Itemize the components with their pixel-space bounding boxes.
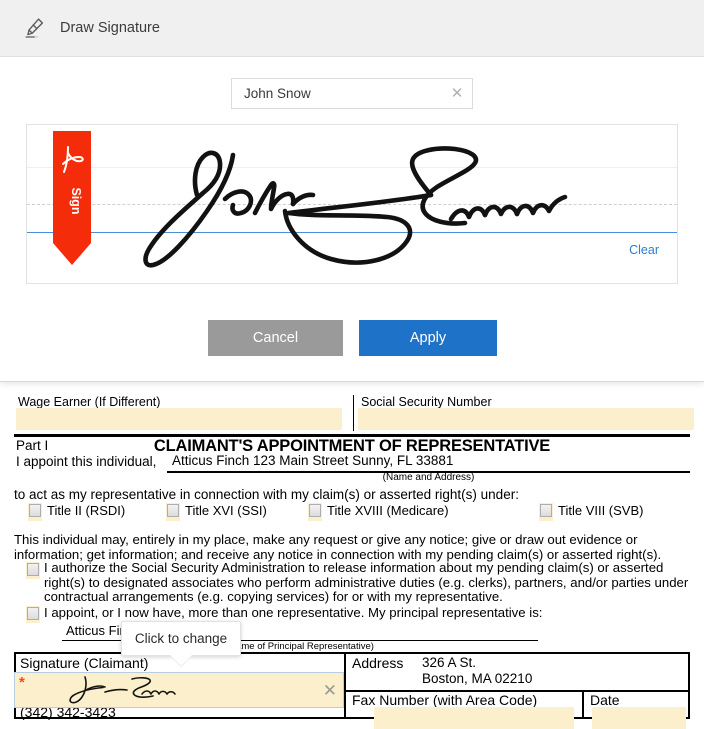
title-xvi-checkbox[interactable] bbox=[167, 504, 179, 517]
title-checkbox-row: Title II (RSDI) Title XVI (SSI) Title XV… bbox=[14, 503, 690, 521]
sign-here-tag: Sign bbox=[53, 131, 91, 265]
address-line-2: Boston, MA 02210 bbox=[422, 671, 533, 686]
signature-name-input-wrapper[interactable]: ✕ bbox=[231, 78, 473, 109]
pen-nib-signature-icon bbox=[22, 15, 48, 41]
table-column-divider-2 bbox=[582, 690, 584, 718]
title-ii-label: Title II (RSDI) bbox=[47, 503, 126, 518]
title-ii-checkbox[interactable] bbox=[29, 504, 41, 517]
authorize-checkbox[interactable] bbox=[27, 563, 39, 576]
fax-input[interactable] bbox=[374, 707, 574, 729]
sign-tag-label: Sign bbox=[69, 187, 83, 214]
authorize-checkbox-text: I authorize the Social Security Administ… bbox=[44, 560, 689, 605]
table-column-divider-1 bbox=[344, 652, 346, 718]
name-and-address-caption: (Name and Address) bbox=[382, 472, 475, 483]
date-label: Date bbox=[590, 692, 620, 708]
claimant-signature-field[interactable]: * ✕ bbox=[14, 672, 344, 708]
ssn-input[interactable] bbox=[358, 408, 694, 430]
required-asterisk: * bbox=[19, 674, 25, 691]
table-top-border bbox=[14, 652, 690, 654]
signature-draw-canvas[interactable]: Sign Clear bbox=[26, 124, 678, 284]
dialog-title: Draw Signature bbox=[60, 20, 160, 36]
wage-earner-input[interactable] bbox=[16, 408, 342, 430]
address-line-1: 326 A St. bbox=[422, 655, 477, 670]
clear-signature-link[interactable]: Clear bbox=[629, 243, 659, 257]
appoint-individual-label: I appoint this individual, bbox=[16, 454, 157, 469]
title-viii-label: Title VIII (SVB) bbox=[558, 503, 644, 518]
signature-clear-icon[interactable]: ✕ bbox=[323, 682, 337, 699]
date-input[interactable] bbox=[592, 707, 686, 729]
dialog-button-row: Cancel Apply bbox=[0, 320, 704, 356]
cancel-button[interactable]: Cancel bbox=[208, 320, 343, 356]
representative-name-address-value[interactable]: Atticus Finch 123 Main Street Sunny, FL … bbox=[172, 453, 453, 468]
apply-button[interactable]: Apply bbox=[359, 320, 497, 356]
principal-checkbox[interactable] bbox=[27, 607, 39, 620]
name-input-clear-icon[interactable]: ✕ bbox=[442, 86, 472, 101]
act-as-representative-line: to act as my representative in connectio… bbox=[14, 487, 519, 502]
table-right-border bbox=[688, 652, 690, 718]
click-to-change-tooltip: Click to change bbox=[121, 621, 241, 656]
title-xviii-label: Title XVIII (Medicare) bbox=[327, 503, 449, 518]
tooltip-text: Click to change bbox=[134, 631, 228, 646]
representative-powers-paragraph: This individual may, entirely in my plac… bbox=[14, 532, 662, 562]
title-viii-checkbox[interactable] bbox=[540, 504, 552, 517]
draw-signature-dialog: Draw Signature ✕ bbox=[0, 0, 704, 382]
wage-earner-label: Wage Earner (If Different) bbox=[18, 395, 161, 409]
top-fields-divider bbox=[353, 395, 354, 431]
address-label: Address bbox=[352, 655, 404, 671]
form-top-fields-row: Wage Earner (If Different) Social Securi… bbox=[14, 395, 694, 433]
applied-signature-ink bbox=[69, 676, 176, 704]
ssn-label: Social Security Number bbox=[361, 395, 492, 409]
signature-name-input[interactable] bbox=[232, 86, 442, 101]
title-xvi-label: Title XVI (SSI) bbox=[185, 503, 267, 518]
signature-claimant-label: Signature (Claimant) bbox=[20, 655, 149, 671]
title-xviii-checkbox[interactable] bbox=[309, 504, 321, 517]
principal-checkbox-text: I appoint, or I now have, more than one … bbox=[44, 605, 543, 620]
dialog-header: Draw Signature bbox=[0, 0, 704, 57]
fax-label: Fax Number (with Area Code) bbox=[352, 692, 538, 708]
drawn-signature-ink bbox=[143, 146, 568, 268]
